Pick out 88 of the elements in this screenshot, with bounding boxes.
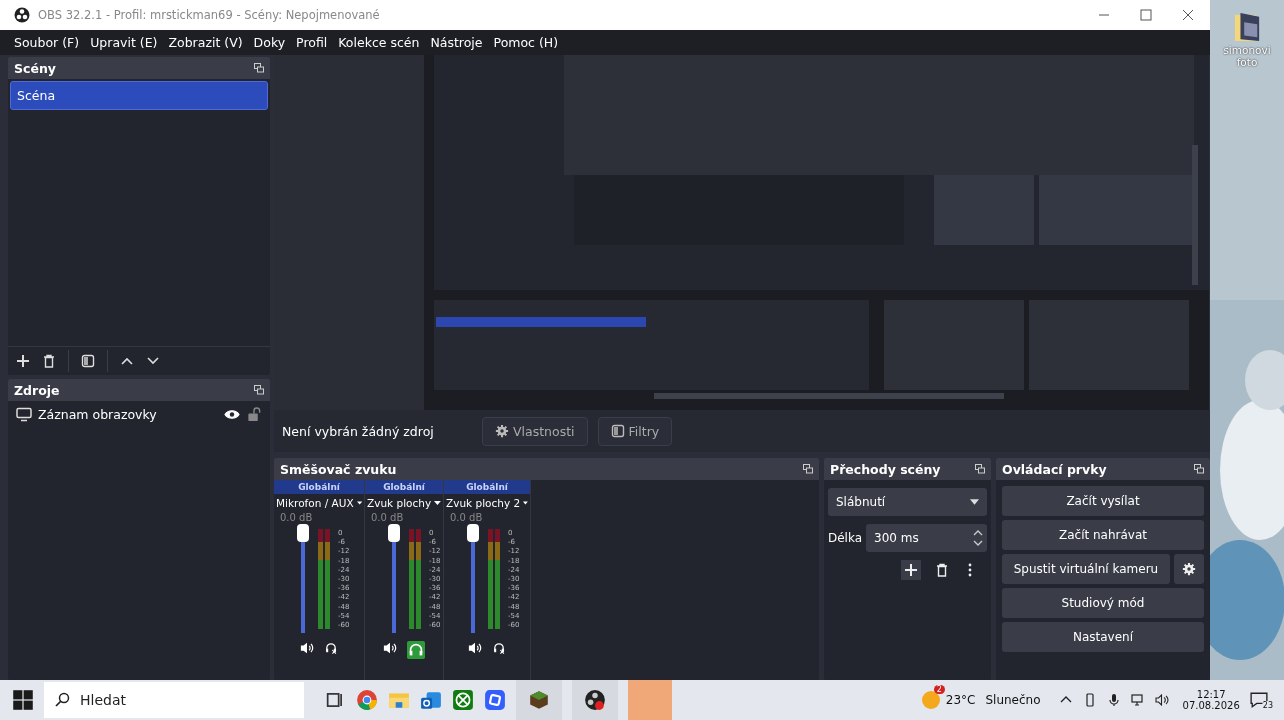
trash-icon[interactable] [935,563,949,577]
gear-icon [1182,562,1196,576]
settings-icon [495,424,509,438]
speaker-icon[interactable] [300,641,314,655]
settings-button[interactable] [1174,554,1204,584]
menu-item[interactable]: Zobrazit (V) [168,35,243,50]
mail-icon[interactable] [420,689,442,711]
dock-title: Přechody scény [830,461,941,477]
menu-item[interactable]: Kolekce scén [338,35,420,50]
temperature-text[interactable]: 23°C [945,693,976,707]
status-text: Není vybrán žádný zdroj [282,423,435,439]
volume-reading: 0.0 dB [370,512,405,523]
menu-item[interactable]: Nástroje [430,35,483,50]
monitor-icon [16,407,32,422]
transition-dropdown[interactable]: Slábnutí [828,488,987,516]
dock-title: Ovládací prvky [1002,461,1107,477]
headphones-icon[interactable] [324,641,338,655]
app-tile[interactable] [628,680,672,720]
notification-badge: 2 [933,685,945,694]
browser-icon[interactable] [356,689,378,711]
close-icon[interactable] [1182,9,1194,21]
add-icon[interactable] [16,354,30,368]
menu-item[interactable]: Pomoc (H) [493,35,559,50]
channel-dropdown[interactable]: Zvuk plochy [365,494,443,512]
volume-reading: 0.0 dB [449,512,484,523]
add-icon[interactable] [901,560,921,580]
control-button[interactable]: Nastavení [1002,622,1204,652]
channel-dropdown[interactable]: Mikrofon / AUX [274,494,364,512]
channel-header: Globální [365,480,443,494]
scene-item[interactable]: Scéna [10,81,268,110]
filter-icon [610,424,625,438]
caret-icon [434,500,441,506]
window-title: OBS 32.2.1 - Profil: mrstickman69 - Scény: Nepojmenované [38,8,381,22]
microphone-icon[interactable] [1106,693,1121,707]
channel-dropdown[interactable]: Zvuk plochy 2 [444,494,530,512]
weather-text[interactable]: Slunečno [985,693,1041,707]
lock-icon[interactable] [246,407,262,422]
control-button[interactable]: Začít nahrávat [1002,520,1204,550]
clock-date[interactable]: 07.08.2026 [1182,700,1240,711]
menu-item[interactable]: Upravit (E) [90,35,158,50]
channel-header: Globální [444,480,530,494]
float-icon[interactable] [975,464,985,474]
source-item[interactable]: Záznam obrazovky [38,407,218,422]
game-icon[interactable] [452,689,474,711]
clock-time[interactable]: 12:17 [1196,689,1226,700]
float-icon[interactable] [254,63,264,73]
channel-header: Globální [274,480,364,494]
volume-reading: 0.0 dB [279,512,314,523]
float-icon[interactable] [1194,464,1204,474]
trash-icon[interactable] [42,354,56,368]
square-app-icon[interactable] [484,689,506,711]
caret-icon [523,500,528,506]
maximize-icon[interactable] [1140,9,1152,21]
eye-icon[interactable] [224,407,240,422]
speaker-icon[interactable] [383,641,397,655]
caret-icon [356,500,362,506]
dock-title: Směšovač zvuku [280,461,397,477]
menu-item[interactable]: Doky [253,35,286,50]
duration-label: Délka [828,531,863,545]
slider-thumb[interactable] [467,524,479,542]
toolbar-button[interactable]: Filtry [597,416,673,446]
duration-field[interactable]: 300 ms [866,524,987,552]
block-icon[interactable] [528,689,550,711]
slider-thumb[interactable] [297,524,309,542]
app-logo-icon [14,7,30,23]
dock-title: Scény [14,60,56,76]
menu-item[interactable]: Soubor (F) [14,35,80,50]
control-button[interactable]: Začít vysílat [1002,486,1204,516]
search-icon [54,692,70,708]
volume-icon[interactable] [1154,693,1169,707]
caret-icon [970,499,979,505]
menu-item[interactable]: Profil [296,35,328,50]
network-icon[interactable] [1130,693,1145,707]
float-icon[interactable] [254,385,264,395]
toolbar-button[interactable]: Vlastnosti [482,416,588,446]
start-icon[interactable] [12,689,34,711]
filter-icon[interactable] [81,354,95,368]
weather-icon[interactable] [921,691,940,709]
stepper-icon[interactable] [973,528,983,548]
speaker-icon[interactable] [468,641,482,655]
slider-thumb[interactable] [388,524,400,542]
control-button[interactable]: Studiový mód [1002,588,1204,618]
record-app-icon[interactable] [584,689,606,711]
headphones-icon[interactable] [492,641,506,655]
search-field[interactable]: Hledat [44,682,304,718]
float-icon[interactable] [803,464,813,474]
dock-title: Zdroje [14,382,60,398]
control-button[interactable]: Spustit virtuální kameru [1002,554,1170,584]
